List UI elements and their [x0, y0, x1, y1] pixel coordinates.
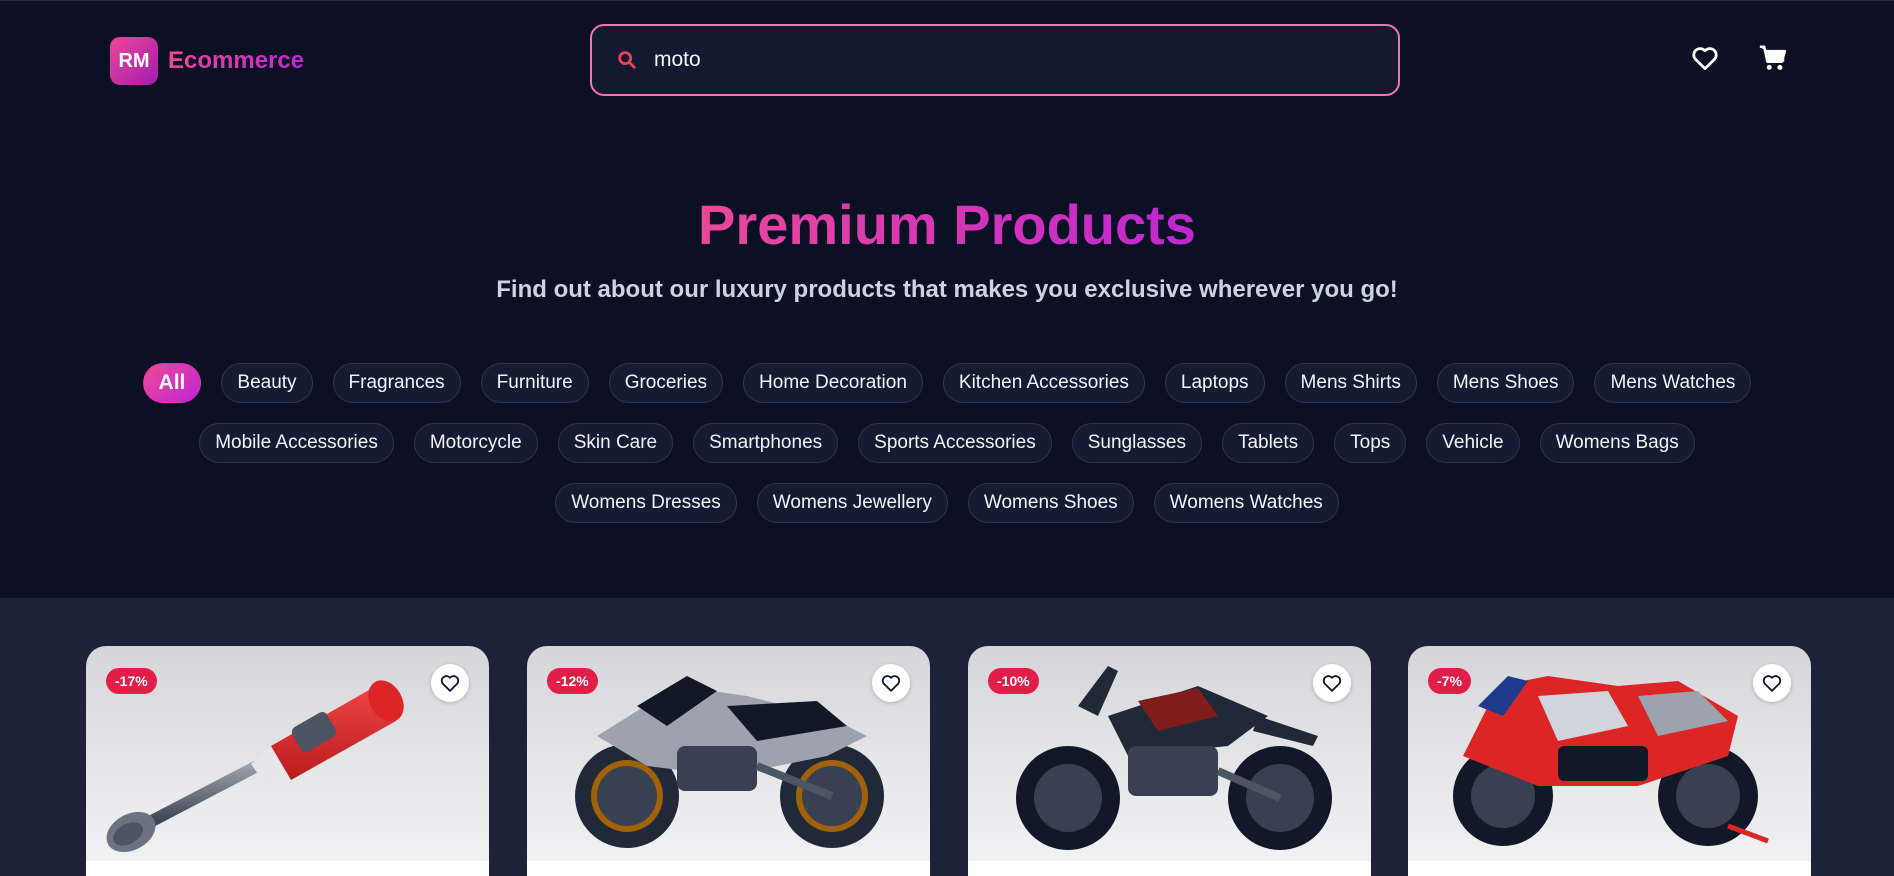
category-chip-vehicle[interactable]: Vehicle — [1426, 423, 1520, 463]
cart-icon[interactable] — [1758, 43, 1788, 73]
category-row: Womens Dresses Womens Jewellery Womens S… — [0, 483, 1894, 523]
category-chip-tablets[interactable]: Tablets — [1221, 423, 1315, 463]
product-card[interactable]: -17% — [86, 646, 489, 876]
category-chip-fragrances[interactable]: Fragrances — [332, 363, 461, 403]
discount-badge: -7% — [1428, 668, 1471, 694]
discount-badge: -12% — [547, 668, 598, 694]
product-card[interactable]: -10% — [968, 646, 1371, 876]
category-chip-motorcycle[interactable]: Motorcycle — [413, 423, 538, 463]
category-chip-skin-care[interactable]: Skin Care — [557, 423, 674, 463]
category-chip-mens-shoes[interactable]: Mens Shoes — [1436, 363, 1575, 403]
category-chip-sports-accessories[interactable]: Sports Accessories — [858, 423, 1052, 463]
category-chip-womens-dresses[interactable]: Womens Dresses — [555, 483, 737, 523]
category-row: Mobile Accessories Motorcycle Skin Care … — [0, 423, 1894, 463]
category-chip-womens-bags[interactable]: Womens Bags — [1539, 423, 1695, 463]
search-input[interactable] — [654, 48, 1398, 72]
category-chip-laptops[interactable]: Laptops — [1164, 363, 1265, 403]
category-chip-groceries[interactable]: Groceries — [608, 363, 724, 403]
category-chip-all[interactable]: All — [142, 363, 202, 403]
product-card[interactable]: -7% — [1408, 646, 1811, 876]
discount-badge: -17% — [106, 668, 157, 694]
wishlist-heart-icon[interactable] — [1690, 43, 1720, 73]
heart-icon[interactable] — [1313, 664, 1351, 702]
top-header: RM Ecommerce — [0, 0, 1894, 120]
logo[interactable]: RM Ecommerce — [110, 37, 304, 85]
discount-badge: -10% — [988, 668, 1039, 694]
heart-icon[interactable] — [1753, 664, 1791, 702]
category-chip-womens-shoes[interactable]: Womens Shoes — [967, 483, 1134, 523]
page-subtitle: Find out about our luxury products that … — [496, 276, 1398, 303]
category-chip-mens-shirts[interactable]: Mens Shirts — [1284, 363, 1417, 403]
category-chip-sunglasses[interactable]: Sunglasses — [1071, 423, 1202, 463]
category-chip-mens-watches[interactable]: Mens Watches — [1594, 363, 1752, 403]
search-icon — [618, 51, 636, 69]
category-chip-kitchen-accessories[interactable]: Kitchen Accessories — [942, 363, 1145, 403]
product-grid: -17% -12% -10% -7% — [0, 598, 1894, 876]
heart-icon[interactable] — [431, 664, 469, 702]
search-bar[interactable] — [590, 24, 1400, 96]
category-chip-smartphones[interactable]: Smartphones — [693, 423, 839, 463]
heart-icon[interactable] — [872, 664, 910, 702]
category-chip-womens-watches[interactable]: Womens Watches — [1153, 483, 1339, 523]
category-chip-furniture[interactable]: Furniture — [480, 363, 589, 403]
card-footer — [86, 861, 489, 876]
category-chip-beauty[interactable]: Beauty — [221, 363, 313, 403]
category-chip-womens-jewellery[interactable]: Womens Jewellery — [756, 483, 948, 523]
logo-badge: RM — [110, 37, 158, 85]
card-footer — [527, 861, 930, 876]
category-chip-tops[interactable]: Tops — [1334, 423, 1407, 463]
logo-text: Ecommerce — [168, 47, 305, 74]
product-card[interactable]: -12% — [527, 646, 930, 876]
card-footer — [1408, 861, 1811, 876]
category-chip-home-decoration[interactable]: Home Decoration — [743, 363, 923, 403]
category-chip-mobile-accessories[interactable]: Mobile Accessories — [199, 423, 394, 463]
card-footer — [968, 861, 1371, 876]
category-row: All Beauty Fragrances Furniture Grocerie… — [0, 363, 1894, 403]
page-title: Premium Products — [698, 193, 1196, 256]
